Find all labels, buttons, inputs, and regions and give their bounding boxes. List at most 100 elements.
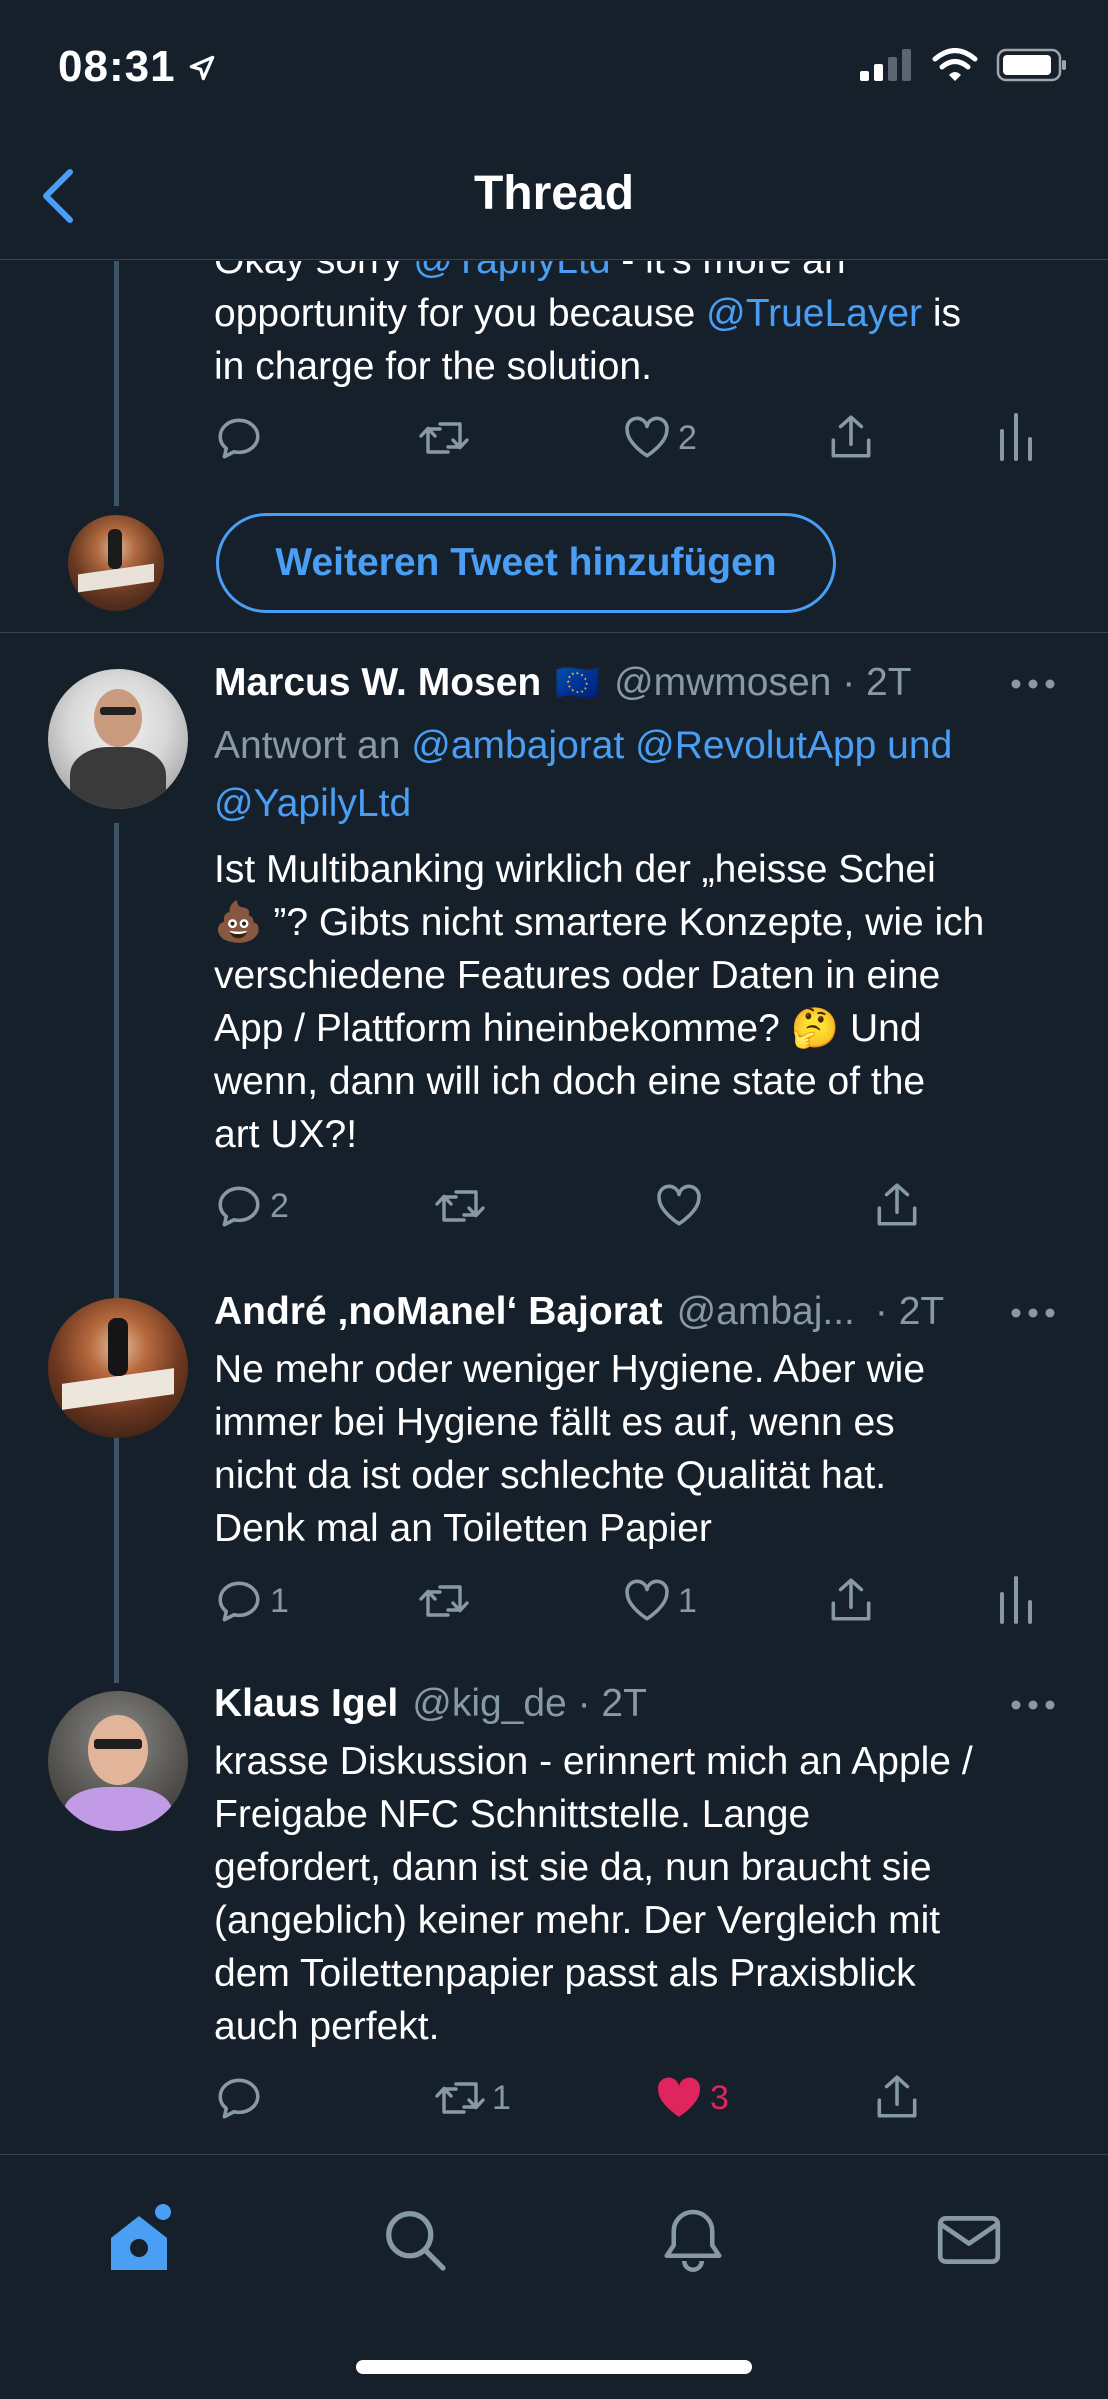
like-button[interactable]: 3 (654, 2073, 729, 2123)
tweet-line: in charge for the solution. (214, 345, 652, 388)
wifi-icon (932, 48, 978, 81)
bell-icon (664, 2209, 722, 2273)
mention-link[interactable]: @ambajorat @RevolutApp und (411, 724, 952, 767)
user-name[interactable]: Marcus W. Mosen (214, 661, 541, 705)
analytics-icon (1000, 1576, 1032, 1624)
mention-link[interactable]: @YapilyLtd (214, 775, 1074, 833)
heart-icon (625, 416, 669, 458)
tab-messages[interactable] (924, 2195, 1014, 2285)
mail-icon (937, 2216, 1001, 2264)
status-bar: 08:31 (0, 0, 1108, 130)
reply-context: Antwort an @ambajorat @RevolutApp und @Y… (214, 717, 1074, 833)
share-button[interactable] (826, 411, 876, 463)
heart-filled-icon (657, 2077, 701, 2117)
retweet-icon (435, 1190, 485, 1222)
tweet-line: dem Toilettenpapier passt als Praxisblic… (214, 1952, 916, 1995)
more-icon[interactable] (1010, 677, 1056, 691)
tweet-text: krasse Diskussion - erinnert mich an App… (214, 1735, 1094, 2053)
tweet-line: Ne mehr oder weniger Hygiene. Aber wie (214, 1348, 926, 1391)
mention-link[interactable]: @YapilyLtd (413, 261, 610, 282)
avatar-detail (100, 707, 136, 715)
tweet-line: 💩 ”? Gibts nicht smartere Konzepte, wie … (214, 901, 985, 944)
signal-icon (860, 49, 911, 81)
thread-content: Okay sorry @YapilyLtd - it's more an opp… (0, 261, 1108, 2153)
nav-bar: Thread (0, 130, 1108, 260)
avatar[interactable] (48, 1691, 188, 1831)
home-indicator (356, 2360, 752, 2374)
reply-button[interactable]: 1 (214, 1576, 289, 1626)
retweet-button[interactable] (418, 413, 470, 463)
avatar-detail (108, 529, 122, 569)
tweet-line: auch perfekt. (214, 2005, 440, 2048)
status-indicators (860, 48, 1068, 82)
eu-flag-icon: 🇪🇺 (555, 662, 601, 703)
reply-icon (218, 2078, 260, 2119)
share-icon (877, 2075, 917, 2118)
tweet-header: Marcus W. Mosen 🇪🇺 @mwmosen · 2T (214, 661, 912, 705)
like-count: 1 (678, 1581, 697, 1620)
tweet-header: André ‚noManel‘ Bajorat @ambaj... · 2T (214, 1290, 944, 1334)
reply-icon (218, 1186, 260, 1227)
retweet-button[interactable] (418, 1576, 470, 1626)
like-button[interactable]: 2 (622, 413, 697, 463)
avatar-detail (94, 1739, 142, 1749)
tweet-line: gefordert, dann ist sie da, nun braucht … (214, 1846, 932, 1889)
tweet-line: App / Plattform hineinbekomme? 🤔 Und (214, 1007, 922, 1050)
user-handle: @kig_de · 2T (412, 1682, 647, 1725)
reply-button[interactable] (214, 413, 264, 463)
thread-line (114, 261, 119, 506)
retweet-button[interactable] (434, 1181, 486, 1231)
analytics-icon (1000, 413, 1032, 461)
share-icon (877, 1183, 917, 1226)
heart-icon (625, 1579, 669, 1621)
retweet-icon (419, 422, 469, 454)
like-button[interactable] (654, 1181, 704, 1231)
reply-button[interactable] (214, 2073, 264, 2123)
tab-home[interactable] (94, 2195, 184, 2285)
tweet-time: · 2T (874, 1290, 945, 1333)
tab-notifications[interactable] (648, 2195, 738, 2285)
analytics-button[interactable] (998, 1574, 1034, 1626)
share-icon (831, 415, 871, 458)
avatar-detail (64, 1787, 172, 1831)
avatar-detail (94, 689, 142, 747)
status-time: 08:31 (58, 42, 176, 91)
tweet-line: Denk mal an Toiletten Papier (214, 1507, 712, 1550)
avatar[interactable] (48, 1298, 188, 1438)
tweet-text: Ist Multibanking wirklich der „heisse Sc… (214, 843, 1094, 1161)
share-icon (831, 1578, 871, 1621)
search-icon (386, 2211, 446, 2271)
tweet-text: Ne mehr oder weniger Hygiene. Aber wie i… (214, 1343, 1094, 1555)
reply-button[interactable]: 2 (214, 1181, 289, 1231)
share-button[interactable] (826, 1574, 876, 1626)
add-tweet-button[interactable]: Weiteren Tweet hinzufügen (216, 513, 836, 613)
thread-line (114, 823, 119, 1547)
more-icon[interactable] (1010, 1306, 1056, 1320)
retweet-icon (435, 2082, 485, 2114)
avatar-detail (108, 1318, 128, 1376)
tweet-line: opportunity for you because @TrueLayer i… (214, 292, 962, 335)
user-name[interactable]: André ‚noManel‘ Bajorat (214, 1290, 663, 1334)
reply-icon (218, 418, 260, 459)
user-name[interactable]: Klaus Igel (214, 1682, 398, 1726)
mention-link[interactable]: @TrueLayer (706, 292, 922, 335)
tab-search[interactable] (370, 2195, 460, 2285)
more-icon[interactable] (1010, 1698, 1056, 1712)
share-button[interactable] (872, 2071, 922, 2123)
tweet-line: Ist Multibanking wirklich der „heisse Sc… (214, 848, 936, 891)
tweet-line: Okay sorry @YapilyLtd - it's more an (214, 261, 1074, 287)
tweet-line: nicht da ist oder schlechte Qualität hat… (214, 1454, 887, 1497)
heart-icon (657, 1184, 701, 1226)
retweet-icon (419, 1585, 469, 1617)
avatar[interactable] (68, 515, 164, 611)
like-button[interactable]: 1 (622, 1576, 697, 1626)
avatar[interactable] (48, 669, 188, 809)
tweet-line: krasse Diskussion - erinnert mich an App… (214, 1740, 973, 1783)
avatar-detail (70, 747, 166, 809)
reply-icon (218, 1581, 260, 1622)
retweet-button[interactable]: 1 (434, 2073, 511, 2123)
share-button[interactable] (872, 1179, 922, 1231)
analytics-button[interactable] (998, 411, 1034, 463)
reply-count: 2 (270, 1186, 289, 1225)
location-arrow-icon (189, 55, 215, 81)
